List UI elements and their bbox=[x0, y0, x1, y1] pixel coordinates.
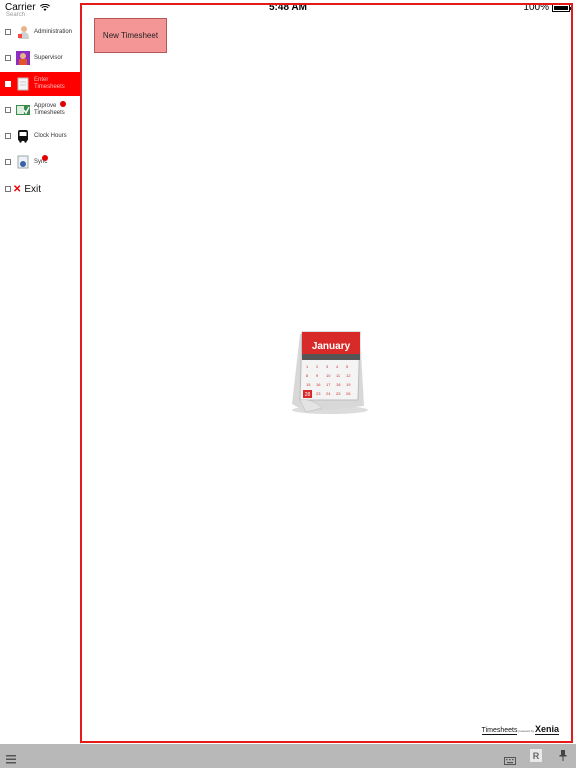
sidebar-item-label: Administration bbox=[34, 28, 73, 35]
svg-text:16: 16 bbox=[316, 382, 321, 387]
calendar-month-label: January bbox=[312, 341, 351, 352]
exit-x-icon: ✕ bbox=[13, 183, 22, 195]
calendar-icon: January 12345 8 9 10 11 12 15 16 17 18 19 23 24 25… bbox=[286, 328, 374, 418]
powered-by-label: powered by bbox=[518, 729, 534, 733]
checkbox[interactable] bbox=[5, 133, 11, 139]
timesheet-doc-icon bbox=[16, 77, 30, 91]
svg-text:23: 23 bbox=[316, 391, 321, 396]
svg-text:19: 19 bbox=[346, 382, 351, 387]
notification-badge bbox=[60, 101, 66, 107]
checkbox[interactable] bbox=[5, 107, 11, 113]
sidebar-item-enter-timesheets[interactable]: Enter Timesheets bbox=[0, 72, 80, 96]
svg-text:15: 15 bbox=[306, 382, 311, 387]
checkbox[interactable] bbox=[5, 29, 11, 35]
r-icon[interactable]: R bbox=[530, 749, 542, 762]
checkbox[interactable] bbox=[5, 159, 11, 165]
app-name-label: Timesheets bbox=[481, 727, 518, 735]
sidebar-item-approve-timesheets[interactable]: Approve Timesheets bbox=[0, 98, 80, 122]
svg-text:18: 18 bbox=[336, 382, 341, 387]
calendar-day-label: 28 bbox=[305, 392, 311, 398]
sidebar: Search Administration Supervisor Enter T… bbox=[0, 12, 81, 744]
bottom-toolbar: R bbox=[0, 744, 576, 768]
svg-text:25: 25 bbox=[336, 391, 341, 396]
footer-brand: Timesheets powered by Xenia bbox=[481, 724, 559, 735]
new-timesheet-button[interactable]: New Timesheet bbox=[94, 18, 167, 53]
notification-badge bbox=[42, 155, 48, 161]
svg-text:17: 17 bbox=[326, 382, 331, 387]
checkbox[interactable] bbox=[5, 55, 11, 61]
keyboard-icon[interactable] bbox=[504, 752, 516, 765]
checkbox[interactable] bbox=[5, 81, 11, 87]
pin-icon[interactable] bbox=[558, 749, 568, 762]
sidebar-item-exit[interactable]: ✕ Exit bbox=[0, 177, 80, 201]
svg-text:10: 10 bbox=[326, 373, 331, 378]
bus-icon bbox=[16, 129, 30, 143]
checkbox[interactable] bbox=[5, 186, 11, 192]
main-panel: New Timesheet January 12345 8 9 10 11 12 15 1… bbox=[80, 3, 573, 743]
menu-icon[interactable] bbox=[6, 751, 16, 764]
sidebar-item-label: Clock Hours bbox=[34, 132, 67, 139]
sidebar-item-label: Exit bbox=[24, 183, 42, 195]
sidebar-item-administration[interactable]: Administration bbox=[0, 20, 80, 44]
sidebar-item-clock-hours[interactable]: Clock Hours bbox=[0, 124, 80, 148]
brand-logo: Xenia bbox=[534, 724, 559, 735]
sync-icon bbox=[16, 155, 30, 169]
svg-text:24: 24 bbox=[326, 391, 331, 396]
admin-user-icon bbox=[16, 25, 30, 39]
svg-text:12: 12 bbox=[346, 373, 351, 378]
sidebar-search-label[interactable]: Search bbox=[6, 12, 25, 18]
sidebar-item-supervisor[interactable]: Supervisor bbox=[0, 46, 80, 70]
sidebar-item-label: Supervisor bbox=[34, 54, 63, 61]
supervisor-icon bbox=[16, 51, 30, 65]
svg-text:26: 26 bbox=[346, 391, 351, 396]
approve-timesheets-icon bbox=[16, 103, 30, 117]
sidebar-item-sync[interactable]: Sync bbox=[0, 150, 80, 174]
sidebar-item-label: Enter Timesheets bbox=[34, 77, 65, 90]
